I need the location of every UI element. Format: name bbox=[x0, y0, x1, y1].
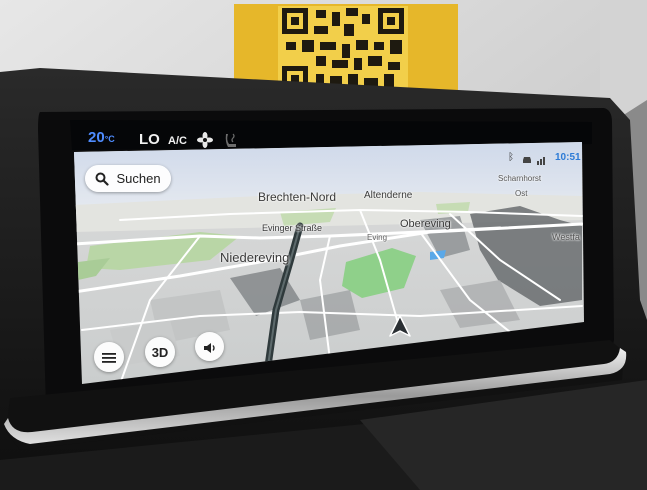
map-label-ost: Ost bbox=[515, 189, 528, 198]
menu-button[interactable] bbox=[94, 342, 124, 372]
map-label-niedereving: Niedereving bbox=[220, 250, 290, 265]
temperature-unit: °C bbox=[104, 134, 115, 144]
signal-icon bbox=[536, 152, 548, 165]
ac-button[interactable]: A/C bbox=[168, 135, 187, 147]
map-label-eving: Eving bbox=[367, 233, 388, 242]
fan-level-label[interactable]: LO bbox=[139, 131, 160, 148]
search-label: Suchen bbox=[116, 171, 161, 186]
map-label-altenderne: Altenderne bbox=[364, 190, 413, 201]
temperature-display[interactable]: 20°C bbox=[88, 129, 115, 146]
connected-car-icon bbox=[521, 152, 533, 163]
speaker-icon bbox=[203, 341, 217, 353]
bluetooth-icon: ᛒ bbox=[508, 152, 514, 163]
car-dashboard-photo bbox=[0, 0, 647, 490]
temperature-value: 20 bbox=[88, 129, 105, 146]
seat-heat-icon[interactable] bbox=[224, 132, 240, 150]
search-icon bbox=[95, 172, 110, 186]
clock-time: 10:51 bbox=[555, 152, 581, 163]
map-label-evinger-strasse: Evinger Straße bbox=[262, 223, 323, 233]
view-mode-3d-button[interactable]: 3D bbox=[145, 337, 175, 367]
search-button[interactable]: Suchen bbox=[85, 165, 171, 192]
map-label-obereving: Obereving bbox=[400, 218, 451, 230]
map-label-brechten-nord: Brechten-Nord bbox=[258, 190, 337, 204]
menu-icon bbox=[102, 351, 116, 363]
map-label-scharnhorst: Scharnhorst bbox=[498, 174, 542, 183]
sound-button[interactable] bbox=[195, 332, 224, 361]
fan-icon[interactable] bbox=[197, 132, 213, 148]
view-mode-label: 3D bbox=[151, 344, 169, 360]
map-label-westfa: Westfa bbox=[552, 232, 580, 242]
